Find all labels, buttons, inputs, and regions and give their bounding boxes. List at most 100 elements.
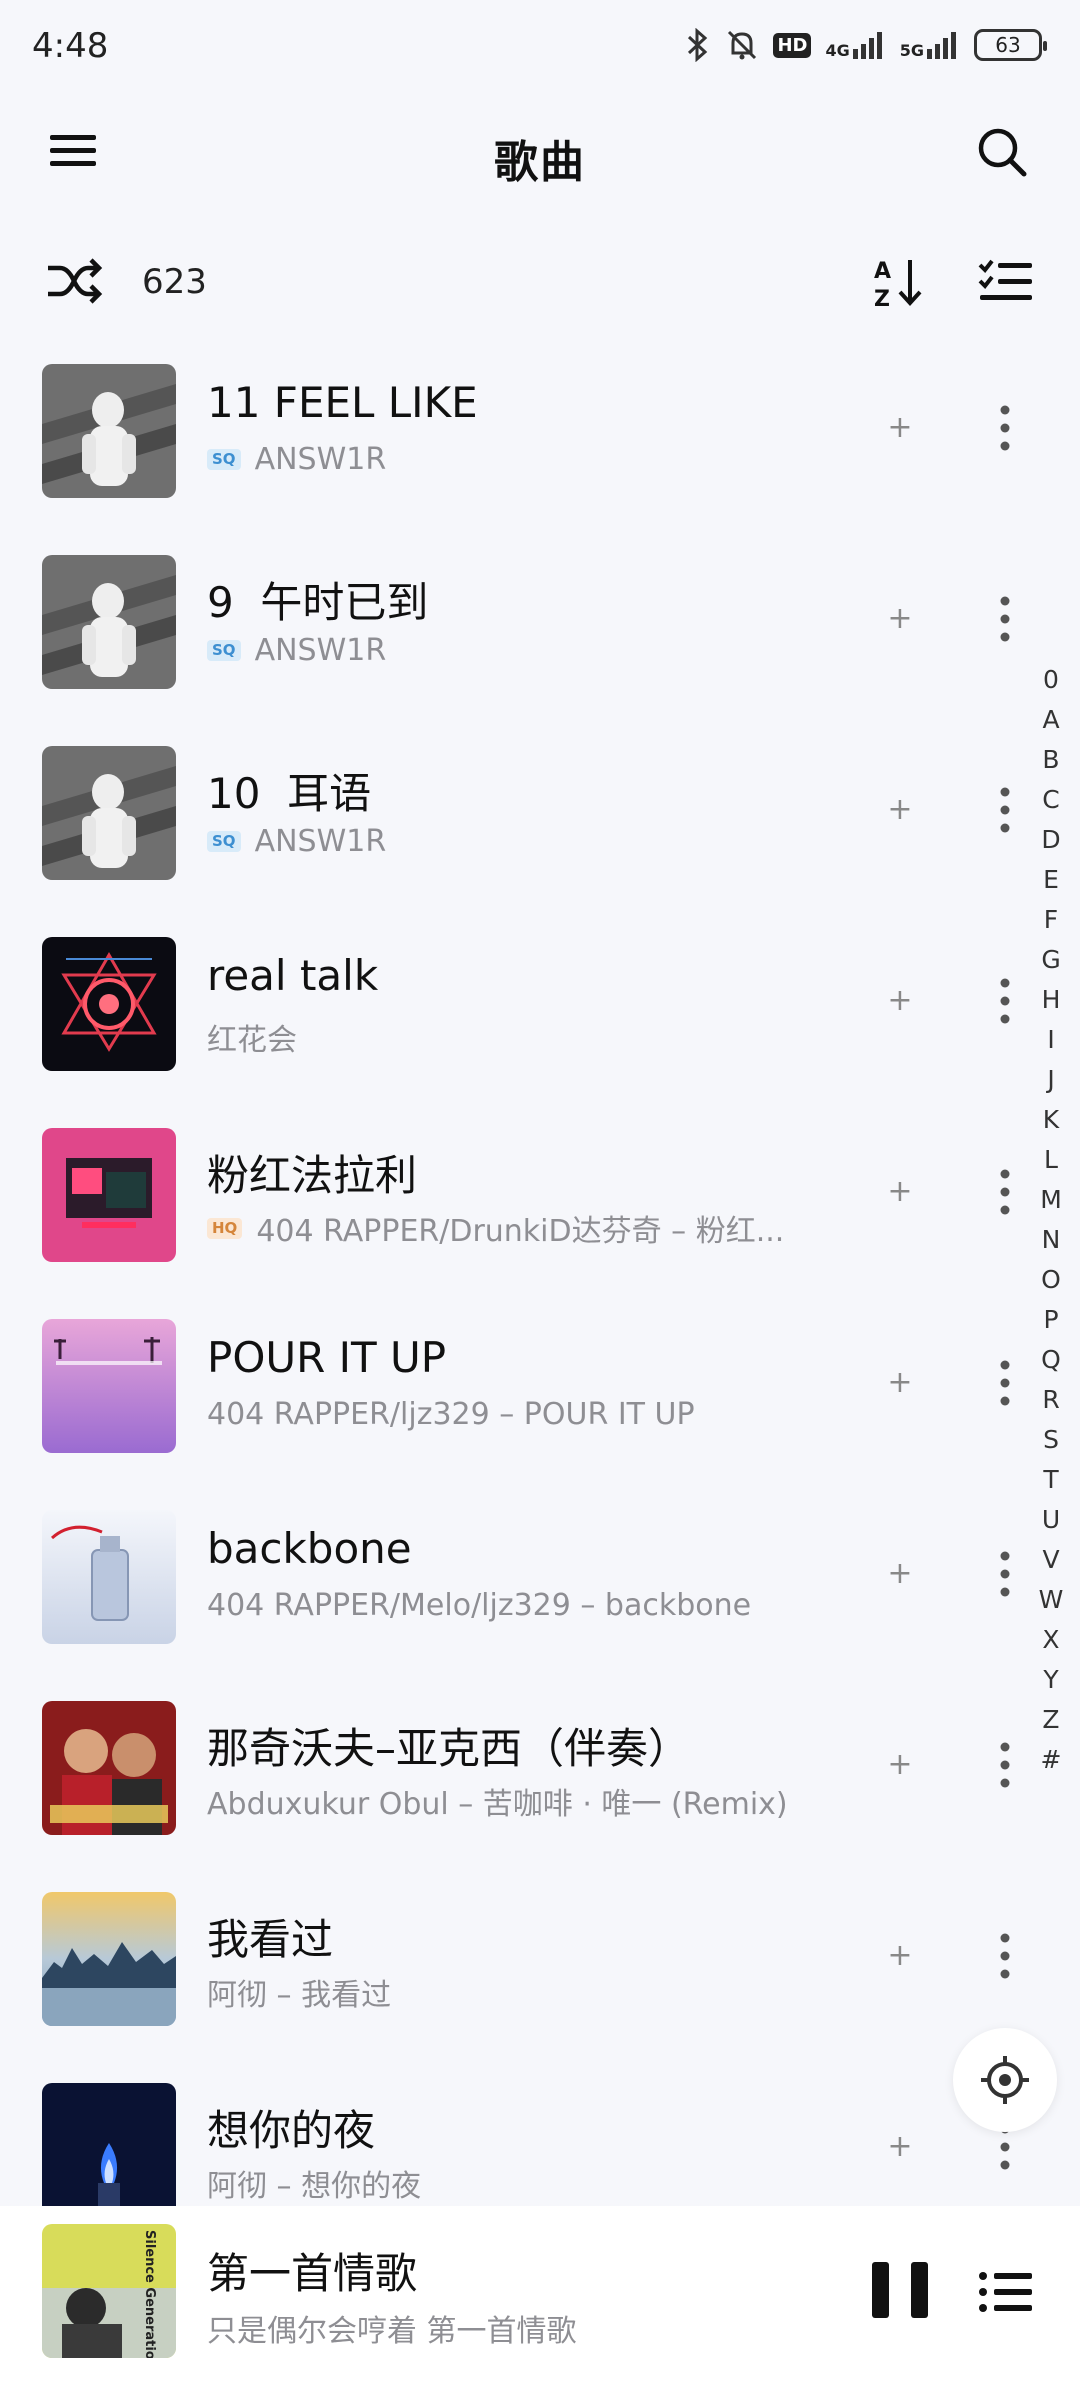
alphabet-letter[interactable]: E: [1032, 860, 1070, 900]
album-cover: [42, 555, 176, 689]
status-time: 4:48: [32, 26, 109, 66]
locate-icon: [981, 2056, 1029, 2104]
song-subtitle: SQ ANSW1R: [207, 442, 386, 477]
add-icon[interactable]: +: [880, 1172, 920, 1212]
more-button[interactable]: [985, 396, 1025, 460]
alphabet-letter[interactable]: 0: [1032, 660, 1070, 700]
alphabet-letter[interactable]: K: [1032, 1100, 1070, 1140]
more-button[interactable]: [985, 1351, 1025, 1415]
network-5g-label: 5G: [899, 41, 924, 60]
more-button[interactable]: [985, 1924, 1025, 1988]
alphabet-letter[interactable]: Y: [1032, 1660, 1070, 1700]
add-icon[interactable]: +: [880, 599, 920, 639]
add-icon[interactable]: +: [880, 1745, 920, 1785]
multi-select-icon: [978, 259, 1032, 300]
add-icon[interactable]: +: [880, 1554, 920, 1594]
mute-bell-icon: [728, 30, 757, 60]
search-button[interactable]: [974, 124, 1030, 180]
song-title: POUR IT UP: [207, 1333, 447, 1382]
alphabet-letter[interactable]: F: [1032, 900, 1070, 940]
alphabet-letter[interactable]: X: [1032, 1620, 1070, 1660]
quality-badge: SQ: [207, 449, 241, 470]
alphabet-letter[interactable]: Z: [1032, 1700, 1070, 1740]
more-button[interactable]: [985, 1542, 1025, 1606]
song-row[interactable]: 粉红法拉利 HQ 404 RAPPER/DrunkiD达芬奇 – 粉红... +: [0, 1120, 1030, 1296]
song-row[interactable]: 11 FEEL LIKE SQ ANSW1R +: [0, 356, 1030, 532]
song-artist: ANSW1R: [254, 633, 387, 668]
sort-button[interactable]: AZ: [870, 254, 926, 312]
add-icon[interactable]: +: [880, 981, 920, 1021]
locate-current-button[interactable]: [953, 2028, 1057, 2132]
alphabet-letter[interactable]: U: [1032, 1500, 1070, 1540]
song-row[interactable]: backbone 404 RAPPER/Melo/ljz329 – backbo…: [0, 1502, 1030, 1678]
add-icon[interactable]: +: [880, 408, 920, 448]
bluetooth-icon: [688, 28, 708, 62]
song-title: real talk: [207, 951, 379, 1000]
alphabet-letter[interactable]: P: [1032, 1300, 1070, 1340]
signal-5g: 5G: [900, 31, 960, 59]
playlist-button[interactable]: [976, 2266, 1036, 2318]
alphabet-letter[interactable]: S: [1032, 1420, 1070, 1460]
song-subtitle: 404 RAPPER/Melo/ljz329 – backbone: [207, 1588, 751, 1623]
more-button[interactable]: [985, 778, 1025, 842]
song-artist: Abduxukur Obul – 苦咖啡 · 唯一 (Remix): [207, 1787, 788, 1822]
alphabet-letter[interactable]: Q: [1032, 1340, 1070, 1380]
song-row[interactable]: 我看过 阿彻 – 我看过 +: [0, 1884, 1030, 2060]
more-vertical-icon: [1000, 1933, 1010, 1979]
song-title: 10 耳语: [207, 769, 372, 818]
hd-voice-badge: HD: [773, 32, 812, 58]
alphabet-letter[interactable]: T: [1032, 1460, 1070, 1500]
alphabet-letter[interactable]: V: [1032, 1540, 1070, 1580]
song-subtitle: 404 RAPPER/ljz329 – POUR IT UP: [207, 1397, 695, 1432]
song-title: 想你的夜: [207, 2106, 376, 2155]
alphabet-letter[interactable]: O: [1032, 1260, 1070, 1300]
network-4g-label: 4G: [825, 41, 850, 60]
alphabet-letter[interactable]: G: [1032, 940, 1070, 980]
mini-player[interactable]: Silence Generation 第一首情歌 只是偶尔会哼着 第一首情歌: [0, 2206, 1080, 2401]
song-row[interactable]: 那奇沃夫–亚克西（伴奏） Abduxukur Obul – 苦咖啡 · 唯一 (…: [0, 1693, 1030, 1869]
alphabet-letter[interactable]: R: [1032, 1380, 1070, 1420]
pause-icon: [911, 2262, 928, 2318]
alphabet-letter[interactable]: H: [1032, 980, 1070, 1020]
alphabet-letter[interactable]: N: [1032, 1220, 1070, 1260]
more-vertical-icon: [1000, 1551, 1010, 1597]
song-row[interactable]: 10 耳语 SQ ANSW1R +: [0, 738, 1030, 914]
signal-icon: [852, 32, 882, 59]
add-icon[interactable]: +: [880, 2127, 920, 2167]
album-cover: [42, 2083, 176, 2217]
song-row[interactable]: POUR IT UP 404 RAPPER/ljz329 – POUR IT U…: [0, 1311, 1030, 1487]
album-cover: [42, 937, 176, 1071]
add-icon[interactable]: +: [880, 1936, 920, 1976]
signal-icon: [927, 32, 956, 59]
alphabet-letter[interactable]: D: [1032, 820, 1070, 860]
shuffle-play-button[interactable]: [44, 256, 104, 306]
alphabet-letter[interactable]: A: [1032, 700, 1070, 740]
now-playing-title: 第一首情歌: [207, 2249, 418, 2298]
alphabet-letter[interactable]: C: [1032, 780, 1070, 820]
more-button[interactable]: [985, 1160, 1025, 1224]
alphabet-letter[interactable]: #: [1032, 1740, 1070, 1780]
pause-button[interactable]: [872, 2262, 928, 2322]
alphabet-letter[interactable]: M: [1032, 1180, 1070, 1220]
alphabet-letter[interactable]: B: [1032, 740, 1070, 780]
add-icon[interactable]: +: [880, 790, 920, 830]
alphabet-letter[interactable]: W: [1032, 1580, 1070, 1620]
page-title: 歌曲: [494, 137, 586, 188]
more-vertical-icon: [1000, 787, 1010, 833]
alphabet-letter[interactable]: J: [1032, 1060, 1070, 1100]
alphabet-index[interactable]: 0 A B C D E F G H I J K L M N O P Q R S T U V W X Y Z #: [1032, 660, 1070, 1780]
album-cover: [42, 1701, 176, 1835]
alphabet-letter[interactable]: I: [1032, 1020, 1070, 1060]
more-button[interactable]: [985, 587, 1025, 651]
more-button[interactable]: [985, 969, 1025, 1033]
album-cover: [42, 1510, 176, 1644]
song-row[interactable]: real talk 红花会 +: [0, 929, 1030, 1105]
add-icon[interactable]: +: [880, 1363, 920, 1403]
signal-4g: 4G: [825, 31, 885, 59]
sort-az-icon: AZ: [874, 259, 922, 312]
song-subtitle: 阿彻 – 我看过: [207, 1970, 391, 2014]
song-row[interactable]: 9 午时已到 SQ ANSW1R +: [0, 547, 1030, 723]
alphabet-letter[interactable]: L: [1032, 1140, 1070, 1180]
multi-select-button[interactable]: [976, 256, 1036, 308]
more-button[interactable]: [985, 1733, 1025, 1797]
